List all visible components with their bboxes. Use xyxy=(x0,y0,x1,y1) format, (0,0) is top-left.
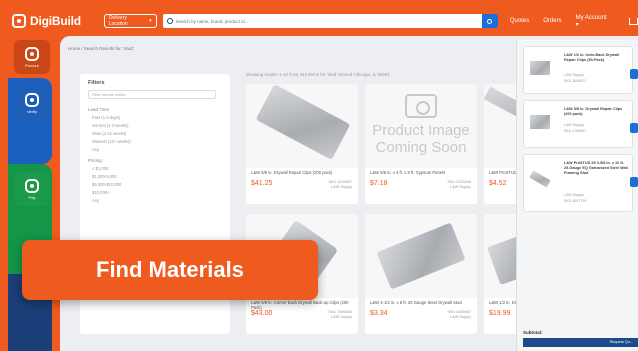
subtotal-label: Subtotal: xyxy=(523,330,543,335)
cart-item-sku: SKU 4997730 xyxy=(564,199,587,203)
cart-item-sku: SKU 3654871 xyxy=(564,79,587,83)
cart-item-supplier: L&W Supply xyxy=(564,123,584,127)
cart-item-name: L&W ProSTUD 25 3-5/8 in. x 10 ft. 25-Gau… xyxy=(564,161,628,175)
product-meta: SKU 1234567 L&W Supply xyxy=(328,180,352,189)
product-name: L&W 5/8 in. Corner Back Drywall Back-up … xyxy=(251,300,349,310)
product-card[interactable]: Product Image Coming Soon L&W 5/8 in. x … xyxy=(365,84,477,204)
lead-time-option[interactable]: Any xyxy=(92,147,222,152)
camera-icon xyxy=(405,94,437,118)
search-input[interactable] xyxy=(175,18,476,24)
cart-item-supplier: L&W Supply xyxy=(564,193,584,197)
pricing-heading: Pricing xyxy=(88,158,102,163)
product-meta: SKU 7896554 L&W Supply xyxy=(328,310,352,319)
product-price: $4.52 xyxy=(489,180,507,187)
product-price: $7.18 xyxy=(370,180,388,187)
cart-item[interactable]: L&W ProSTUD 25 3-5/8 in. x 10 ft. 25-Gau… xyxy=(523,154,638,212)
breadcrumb: Home / Search Results for: 'stud' xyxy=(68,46,134,51)
cart-item-sku: SKU 1784697 xyxy=(564,129,587,133)
product-name: L&W 5/8 in. Drywall Repair Clips (200 pa… xyxy=(251,170,333,175)
brand-logo[interactable]: DigiBuild xyxy=(12,14,100,28)
cart-item-action-button[interactable] xyxy=(630,177,638,187)
nav-my-account[interactable]: My Account ▾ xyxy=(576,15,611,28)
feature-overlay-banner: Find Materials xyxy=(22,240,318,300)
product-price: $41.25 xyxy=(251,180,273,187)
product-name: L&W 2-1/2 in. x 8 ft. 25 Gauge Steel Dry… xyxy=(370,300,462,305)
feature-overlay-title: Find Materials xyxy=(96,257,244,282)
rail-item-label: Pay xyxy=(28,194,36,200)
product-price: $43.00 xyxy=(251,310,273,317)
lead-time-option[interactable]: Fast (1-3 days) xyxy=(92,115,222,120)
cart-item-supplier: L&W Supply xyxy=(564,73,584,77)
product-name: L&W 5/8 in. x 4 ft. x 8 ft. Gypsum Panel… xyxy=(370,170,446,175)
pricing-option[interactable]: $1,000-5,000 xyxy=(92,174,222,179)
rail-item-label: Verify xyxy=(26,108,37,114)
pay-icon xyxy=(25,178,39,193)
cart-item-image xyxy=(530,115,550,129)
cart-item-image xyxy=(530,61,550,75)
app-frame: DigiBuild Delivery Location ▾ Quotes Ord… xyxy=(0,0,638,351)
cart-item-action-button[interactable] xyxy=(630,123,638,133)
lead-time-heading: Lead Time xyxy=(88,107,110,112)
nav-quotes[interactable]: Quotes xyxy=(510,18,529,24)
procure-icon xyxy=(25,46,39,61)
cart-item-name: L&W 1/2 in. Invis-Back Drywall Repair Cl… xyxy=(564,53,620,62)
cart-icon[interactable] xyxy=(629,17,638,25)
rail-item-procure[interactable]: Procure xyxy=(14,40,50,74)
request-quote-button[interactable]: Request Qu... xyxy=(523,338,638,347)
search-icon xyxy=(166,18,173,24)
product-meta: SKU 4455667 L&W Supply xyxy=(447,310,471,319)
digibuild-logo-icon xyxy=(12,14,26,28)
header-nav: Quotes Orders My Account ▾ xyxy=(510,15,638,28)
lead-time-option[interactable]: Normal (1-3 weeks) xyxy=(92,123,222,128)
delivery-location-dropdown[interactable]: Delivery Location ▾ xyxy=(103,14,157,28)
pricing-option[interactable]: Any xyxy=(92,198,222,203)
product-card[interactable]: L&W 2-1/2 in. x 8 ft. 25 Gauge Steel Dry… xyxy=(365,214,477,334)
rail-item-pay[interactable]: Pay xyxy=(14,172,50,206)
pricing-option[interactable]: < $1,000 xyxy=(92,166,222,171)
product-price: $3.34 xyxy=(370,310,388,317)
lead-time-option[interactable]: Slowest (13+ weeks) xyxy=(92,139,222,144)
cart-item[interactable]: L&W 5/8 in. Drywall Repair Clips (200 pa… xyxy=(523,100,638,148)
pricing-option[interactable]: $5,000-$10,000 xyxy=(92,182,222,187)
nav-my-account-label: My Account xyxy=(575,14,607,21)
lead-time-option[interactable]: Slow (4-12 weeks) xyxy=(92,131,222,136)
cart-item-action-button[interactable] xyxy=(630,69,638,79)
rail-item-label: Procure xyxy=(24,62,39,68)
results-summary: Showing results 1-12 from 443 items for … xyxy=(246,72,390,77)
top-navigation-bar: DigiBuild Delivery Location ▾ Quotes Ord… xyxy=(8,8,638,34)
product-meta: SKU 2233445 L&W Supply xyxy=(447,180,471,189)
product-card[interactable]: L&W 5/8 in. Drywall Repair Clips (200 pa… xyxy=(246,84,358,204)
search-button[interactable] xyxy=(481,14,498,28)
delivery-location-label: Delivery Location xyxy=(108,15,128,27)
cart-item-name: L&W 5/8 in. Drywall Repair Clips (200 pa… xyxy=(564,107,623,116)
cart-panel: L&W 1/2 in. Invis-Back Drywall Repair Cl… xyxy=(516,40,638,351)
nav-orders[interactable]: Orders xyxy=(543,18,561,24)
product-image xyxy=(365,214,477,298)
product-price: $19.99 xyxy=(489,310,511,317)
pricing-option[interactable]: $10,000+ xyxy=(92,190,222,195)
product-image xyxy=(246,84,358,168)
rail-item-verify[interactable]: Verify xyxy=(14,86,50,120)
brand-name: DigiBuild xyxy=(30,14,81,28)
verify-icon xyxy=(25,92,39,107)
filter-search-input[interactable]: Filter results within... xyxy=(88,90,216,99)
filters-title: Filters xyxy=(88,80,105,86)
cart-item-image xyxy=(529,170,551,188)
cart-item[interactable]: L&W 1/2 in. Invis-Back Drywall Repair Cl… xyxy=(523,46,638,94)
product-image: Product Image Coming Soon xyxy=(365,84,477,168)
search-bar xyxy=(162,14,498,28)
image-placeholder-text: Product Image Coming Soon xyxy=(372,122,470,156)
left-rail: Procure Verify Pay xyxy=(8,34,52,351)
search-icon xyxy=(487,18,493,24)
chevron-down-icon: ▾ xyxy=(149,18,152,24)
